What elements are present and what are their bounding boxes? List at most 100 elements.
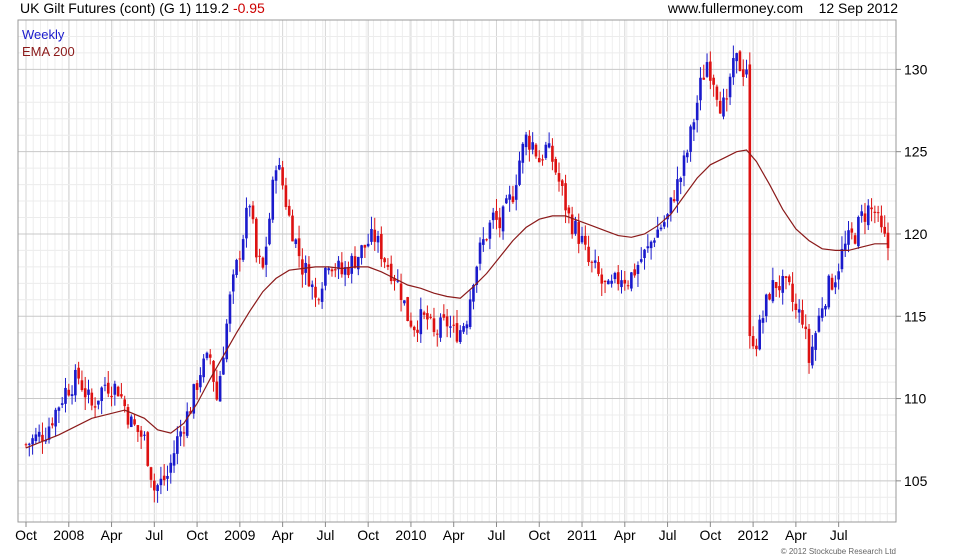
x-tick-label: Jul xyxy=(488,527,506,543)
candle-body xyxy=(686,152,689,158)
candle-body xyxy=(689,126,692,152)
x-tick-label: Apr xyxy=(443,527,465,543)
candle-body xyxy=(126,407,130,425)
candle-body xyxy=(37,431,41,437)
candle-body xyxy=(320,288,324,302)
candle-body xyxy=(60,403,64,405)
candle-body xyxy=(422,312,426,315)
candle-body xyxy=(162,475,166,481)
candle-body xyxy=(403,300,406,304)
candle-body xyxy=(169,462,173,473)
candle-body xyxy=(445,316,449,327)
candle-body xyxy=(195,383,199,390)
candle-body xyxy=(797,309,801,313)
candle-body xyxy=(482,239,485,245)
candle-body xyxy=(564,183,567,211)
x-tick-label: Oct xyxy=(357,527,379,543)
candle-body xyxy=(485,239,488,241)
candle-body xyxy=(291,215,294,242)
x-tick-label: 2008 xyxy=(53,527,84,543)
candle-body xyxy=(231,274,235,292)
candle-body xyxy=(179,431,182,437)
candle-body xyxy=(416,329,419,333)
candle-body xyxy=(827,275,831,308)
candle-body xyxy=(781,275,785,293)
candle-body xyxy=(241,239,245,260)
candle-body xyxy=(600,274,604,284)
candle-body xyxy=(649,241,653,249)
x-tick-label: Oct xyxy=(186,527,208,543)
candle-body xyxy=(853,235,857,244)
candle-body xyxy=(350,255,354,274)
candle-body xyxy=(676,179,679,202)
candle-body xyxy=(511,196,515,203)
candle-body xyxy=(376,235,380,243)
candle-body xyxy=(255,218,258,258)
candle-body xyxy=(218,376,222,402)
candle-body xyxy=(607,280,610,285)
candle-body xyxy=(176,436,179,454)
candle-body xyxy=(656,229,659,238)
candle-body xyxy=(258,255,261,257)
candle-body xyxy=(149,467,153,480)
candle-body xyxy=(498,217,502,229)
candle-body xyxy=(784,276,788,279)
y-tick-label: 105 xyxy=(904,473,928,489)
candle-body xyxy=(426,313,429,320)
x-tick-label: 2012 xyxy=(738,527,769,543)
ema-200-line xyxy=(25,149,888,449)
candle-body xyxy=(251,205,255,220)
candle-body xyxy=(626,285,630,287)
candle-body xyxy=(97,400,100,405)
candle-body xyxy=(524,134,528,148)
candle-body xyxy=(399,283,403,301)
candle-body xyxy=(74,369,77,396)
candle-body xyxy=(271,179,275,220)
y-tick-label: 120 xyxy=(904,226,928,242)
candle-body xyxy=(491,212,495,221)
candle-body xyxy=(722,97,725,117)
candle-body xyxy=(597,262,600,274)
candle-body xyxy=(139,430,143,437)
candle-body xyxy=(709,61,712,81)
candle-body xyxy=(462,326,465,332)
candle-body xyxy=(449,326,452,328)
candle-body xyxy=(120,394,123,397)
candle-body xyxy=(432,318,436,333)
candle-body xyxy=(153,480,156,491)
candle-body xyxy=(284,185,288,207)
candle-body xyxy=(225,323,228,360)
candle-body xyxy=(636,264,640,274)
candle-body xyxy=(116,386,120,397)
candle-body xyxy=(245,207,248,239)
candle-body xyxy=(712,77,715,85)
candle-body xyxy=(468,299,472,327)
candle-body xyxy=(123,399,127,407)
candle-body xyxy=(182,432,186,434)
candle-body xyxy=(235,259,238,276)
candle-body xyxy=(715,86,719,100)
candle-body xyxy=(541,159,544,161)
candle-body xyxy=(860,211,863,216)
candle-body xyxy=(41,434,44,442)
candle-body xyxy=(238,258,242,260)
x-tick-label: Apr xyxy=(101,527,123,543)
candle-body xyxy=(439,317,442,338)
candle-body xyxy=(804,326,808,330)
candle-body xyxy=(51,423,54,426)
candle-body xyxy=(876,212,880,214)
candle-body xyxy=(222,357,225,375)
candle-body xyxy=(199,375,202,388)
candle-body xyxy=(584,235,587,245)
candle-body xyxy=(748,64,752,337)
candle-body xyxy=(383,258,386,263)
candle-body xyxy=(409,320,413,327)
grid xyxy=(18,19,896,522)
candle-body xyxy=(662,222,666,227)
candle-body xyxy=(264,246,268,265)
candle-body xyxy=(883,226,887,234)
candle-body xyxy=(880,215,883,228)
candle-body xyxy=(672,199,676,202)
x-tick-label: Jul xyxy=(659,527,677,543)
candle-body xyxy=(458,330,462,342)
